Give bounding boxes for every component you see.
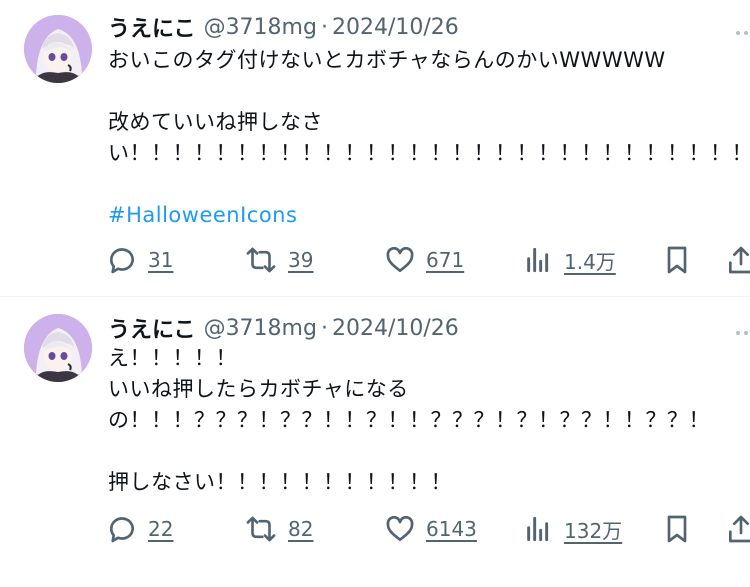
user-handle[interactable]: @3718mg [204,15,317,40]
bookmark-button[interactable] [662,242,692,278]
tweet[interactable]: うえにこ @3718mg · 2024/10/26 おいこのタグ付けないとカボチ… [0,0,750,296]
heart-icon [386,246,414,272]
repost-count: 82 [288,517,314,541]
timestamp[interactable]: 2024/10/26 [332,316,459,341]
views-icon [527,516,549,542]
tweet-header: うえにこ @3718mg · 2024/10/26 [108,311,459,345]
reply-button[interactable]: 31 [106,242,173,278]
repost-button[interactable]: 39 [244,242,313,278]
avatar[interactable] [24,314,92,382]
repost-icon [246,247,276,273]
repost-icon [246,516,276,542]
share-button[interactable] [726,242,750,278]
action-bar: 31 39 671 1.4万 [106,242,750,278]
text-line: いいね押したらカボチャになる [108,377,409,401]
like-button[interactable]: 6143 [384,511,477,547]
tweet-text: おいこのタグ付けないとカボチャならんのかいWWWWW 改めていいね押しなさ い！… [108,45,750,231]
avatar[interactable] [24,15,92,83]
bookmark-icon [667,246,687,274]
like-count: 6143 [426,517,477,541]
more-icon[interactable] [720,323,750,343]
timestamp[interactable]: 2024/10/26 [332,15,459,40]
reply-icon [110,248,134,274]
text-line: おいこのタグ付けないとカボチャならんのかいWWWWW [108,48,666,72]
hashtag-link[interactable]: #HalloweenIcons [108,203,297,227]
repost-button[interactable]: 82 [244,511,313,547]
reply-count: 22 [148,517,174,541]
heart-icon [386,515,414,541]
reply-icon [110,517,134,543]
views-icon [527,247,549,273]
more-icon[interactable] [720,23,750,43]
share-icon [729,515,750,543]
text-line: い！！！！！！！！！！！！！！！！！！！！！！！！！！！！！！ [108,141,750,165]
display-name[interactable]: うえにこ [108,11,196,43]
reply-count: 31 [148,248,174,272]
tweet-header: うえにこ @3718mg · 2024/10/26 [108,10,459,44]
tweet-text: え！！！！！ いいね押したらカボチャになる の！！！？？？！？？！！？！！？？？… [108,343,750,498]
view-count: 132万 [564,518,623,543]
text-line: え！！！！！ [108,346,237,370]
views-button[interactable]: 1.4万 [522,242,616,278]
views-button[interactable]: 132万 [522,511,622,547]
like-count: 671 [426,248,465,272]
reply-button[interactable]: 22 [106,511,173,547]
text-line: 押しなさい！！！！！！！！！！！ [108,470,452,494]
view-count: 1.4万 [564,249,616,274]
action-bar: 22 82 6143 132万 [106,511,750,547]
bookmark-button[interactable] [662,511,692,547]
text-line: の！！！？？？！？？！！？！！？？？！？！？？！！？？！ [108,408,710,432]
share-button[interactable] [726,511,750,547]
separator: · [320,315,328,341]
separator: · [320,14,328,40]
user-handle[interactable]: @3718mg [204,316,317,341]
repost-count: 39 [288,248,314,272]
share-icon [729,246,750,274]
bookmark-icon [667,515,687,543]
display-name[interactable]: うえにこ [108,312,196,344]
like-button[interactable]: 671 [384,242,464,278]
text-line: 改めていいね押しなさ [108,110,323,134]
